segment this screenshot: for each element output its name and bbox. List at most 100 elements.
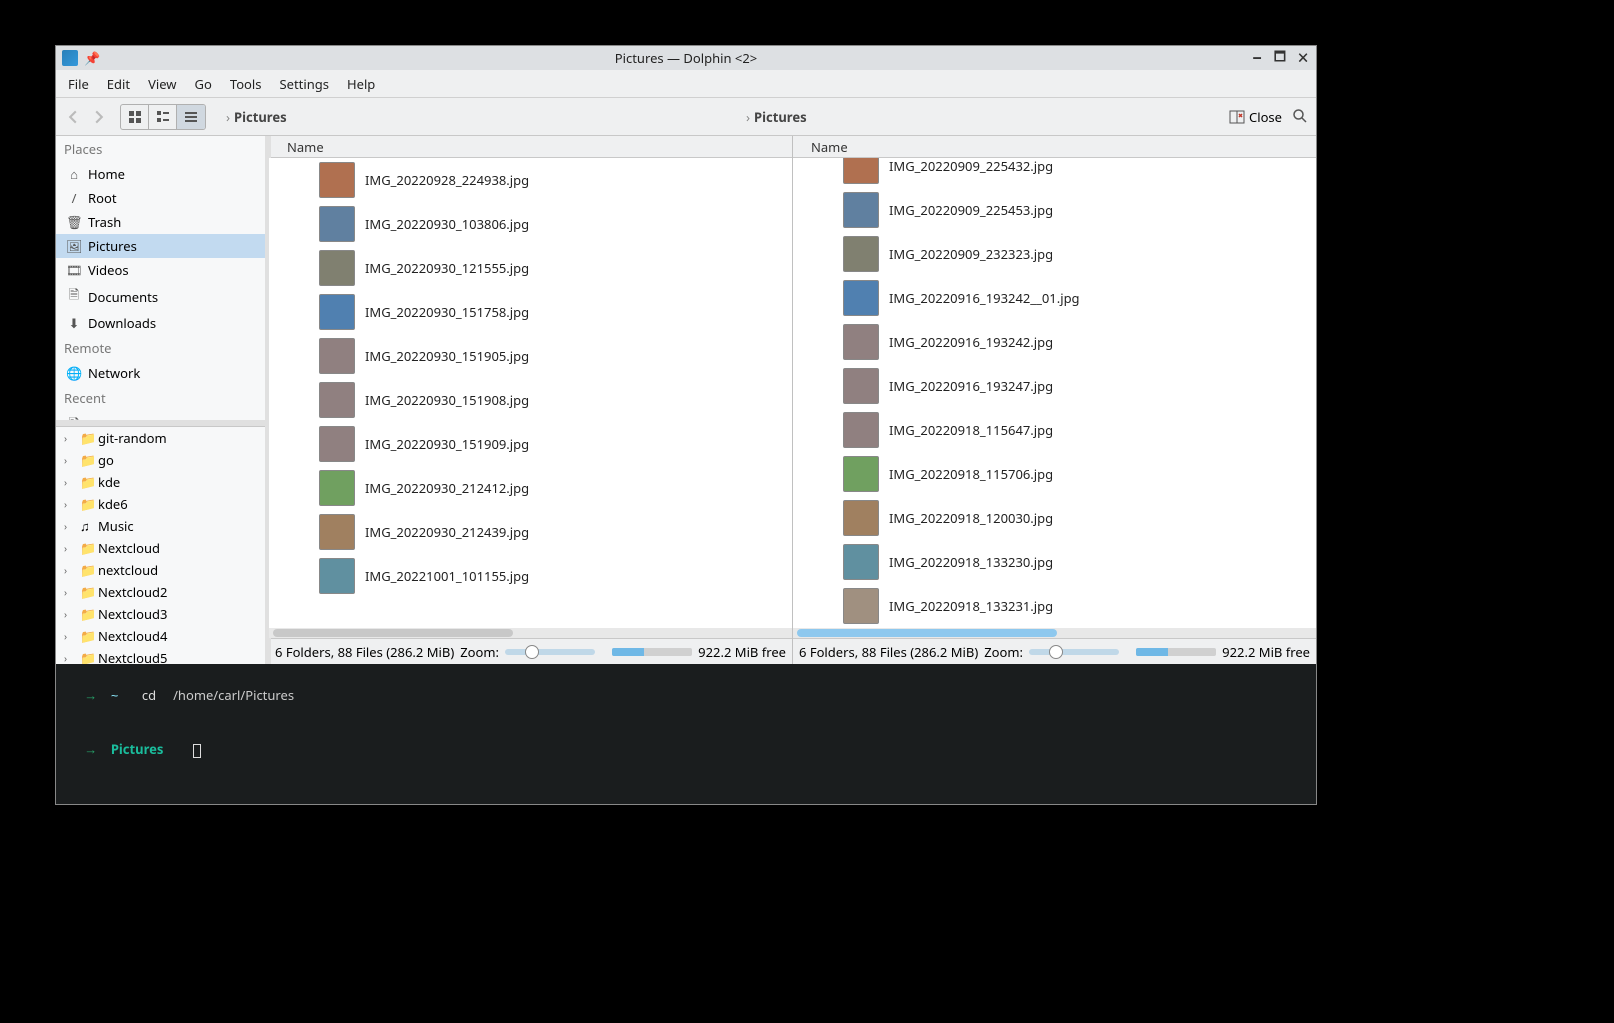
place-item-downloads[interactable]: ⬇Downloads bbox=[56, 311, 268, 335]
expand-icon[interactable]: › bbox=[64, 497, 76, 511]
maximize-button[interactable]: 🗖 bbox=[1272, 47, 1288, 70]
file-row[interactable]: IMG_20220918_120030.jpg bbox=[793, 496, 1316, 540]
minimize-button[interactable]: 🗕 bbox=[1251, 47, 1264, 70]
file-row[interactable]: IMG_20220918_115647.jpg bbox=[793, 408, 1316, 452]
app-icon bbox=[62, 50, 78, 66]
menu-edit[interactable]: Edit bbox=[99, 71, 138, 97]
tree-item-kde[interactable]: ›📁kde bbox=[56, 471, 268, 493]
breadcrumb-left[interactable]: › Pictures bbox=[220, 108, 740, 126]
column-header-name[interactable]: Name bbox=[793, 136, 1316, 158]
tree-item-nextcloud4[interactable]: ›📁Nextcloud4 bbox=[56, 625, 268, 647]
tree-item-nextcloud[interactable]: ›📁Nextcloud bbox=[56, 537, 268, 559]
file-row[interactable]: IMG_20220930_103806.jpg bbox=[269, 202, 792, 246]
right-file-list[interactable]: IMG_20220909_225432.jpgIMG_20220909_2254… bbox=[793, 158, 1316, 628]
place-item-videos[interactable]: 🎞Videos bbox=[56, 258, 268, 282]
forward-button[interactable] bbox=[88, 106, 110, 128]
zoom-slider[interactable] bbox=[505, 649, 595, 655]
expand-icon[interactable]: › bbox=[64, 607, 76, 621]
file-row[interactable]: IMG_20220930_212439.jpg bbox=[269, 510, 792, 554]
place-label: Trash bbox=[88, 213, 121, 231]
file-row[interactable]: IMG_20220918_133231.jpg bbox=[793, 584, 1316, 628]
menu-file[interactable]: File bbox=[60, 71, 97, 97]
place-item-root[interactable]: /Root bbox=[56, 186, 268, 210]
folder-icon: 📁 bbox=[80, 583, 94, 601]
left-hscrollbar[interactable] bbox=[269, 628, 792, 638]
file-row[interactable]: IMG_20221001_101155.jpg bbox=[269, 554, 792, 598]
tree-item-nextcloud5[interactable]: ›📁Nextcloud5 bbox=[56, 647, 268, 664]
menubar: File Edit View Go Tools Settings Help bbox=[56, 70, 1316, 98]
expand-icon[interactable]: › bbox=[64, 585, 76, 599]
tree-item-git-random[interactable]: ›📁git-random bbox=[56, 427, 268, 449]
folder-tree[interactable]: ›📁git-random›📁go›📁kde›📁kde6›♫Music›📁Next… bbox=[56, 426, 268, 664]
file-row[interactable]: IMG_20220930_151758.jpg bbox=[269, 290, 792, 334]
left-file-list[interactable]: IMG_20220928_224938.jpg IMG_20220930_1038… bbox=[269, 158, 792, 628]
place-label: Documents bbox=[88, 288, 158, 306]
expand-icon[interactable]: › bbox=[64, 519, 76, 533]
file-row[interactable]: IMG_20220909_225453.jpg bbox=[793, 188, 1316, 232]
titlebar[interactable]: 📌 Pictures — Dolphin <2> 🗕 🗖 🗙 bbox=[56, 46, 1316, 70]
place-item-home[interactable]: ⌂Home bbox=[56, 162, 268, 186]
file-name: IMG_20220916_193242.jpg bbox=[889, 333, 1053, 351]
close-button[interactable]: 🗙 bbox=[1296, 47, 1310, 70]
pin-icon[interactable]: 📌 bbox=[84, 49, 100, 67]
file-row[interactable]: IMG_20220909_232323.jpg bbox=[793, 232, 1316, 276]
breadcrumb-bar: › Pictures › Pictures bbox=[220, 108, 1225, 126]
expand-icon[interactable]: › bbox=[64, 651, 76, 664]
search-button[interactable] bbox=[1292, 108, 1310, 126]
file-row[interactable]: IMG_20220916_193242.jpg bbox=[793, 320, 1316, 364]
file-row[interactable]: IMG_20220909_225432.jpg bbox=[793, 158, 1316, 188]
menu-tools[interactable]: Tools bbox=[222, 71, 270, 97]
places-panel[interactable]: Places ⌂Home/Root🗑Trash🖼Pictures🎞Videos🗎… bbox=[56, 136, 268, 420]
back-button[interactable] bbox=[62, 106, 84, 128]
terminal-panel[interactable]: → ~ cd /home/carl/Pictures → Pictures bbox=[56, 664, 1316, 804]
expand-icon[interactable]: › bbox=[64, 475, 76, 489]
remote-item-network[interactable]: 🌐Network bbox=[56, 361, 268, 385]
file-row[interactable]: IMG_20220916_193242__01.jpg bbox=[793, 276, 1316, 320]
file-row[interactable]: IMG_20220928_224938.jpg bbox=[269, 158, 792, 202]
file-row[interactable]: IMG_20220930_151905.jpg bbox=[269, 334, 792, 378]
tree-item-nextcloud3[interactable]: ›📁Nextcloud3 bbox=[56, 603, 268, 625]
close-split-button[interactable]: Close bbox=[1229, 108, 1282, 126]
menu-settings[interactable]: Settings bbox=[272, 71, 337, 97]
file-name: IMG_20220918_115706.jpg bbox=[889, 465, 1053, 483]
expand-icon[interactable]: › bbox=[64, 453, 76, 467]
places-header: Places bbox=[56, 136, 268, 162]
tree-item-nextcloud[interactable]: ›📁nextcloud bbox=[56, 559, 268, 581]
expand-icon[interactable]: › bbox=[64, 431, 76, 445]
menu-go[interactable]: Go bbox=[187, 71, 220, 97]
tree-item-go[interactable]: ›📁go bbox=[56, 449, 268, 471]
file-row[interactable]: IMG_20220930_121555.jpg bbox=[269, 246, 792, 290]
place-label: Pictures bbox=[88, 237, 137, 255]
view-details-button[interactable] bbox=[177, 105, 205, 129]
place-item-trash[interactable]: 🗑Trash bbox=[56, 210, 268, 234]
file-row[interactable]: IMG_20220930_212412.jpg bbox=[269, 466, 792, 510]
file-row[interactable]: IMG_20220918_115706.jpg bbox=[793, 452, 1316, 496]
expand-icon[interactable]: › bbox=[64, 563, 76, 577]
expand-icon[interactable]: › bbox=[64, 629, 76, 643]
file-row[interactable]: IMG_20220916_193247.jpg bbox=[793, 364, 1316, 408]
menu-view[interactable]: View bbox=[140, 71, 184, 97]
zoom-label: Zoom: bbox=[460, 643, 499, 661]
place-item-documents[interactable]: 🗎Documents bbox=[56, 282, 268, 311]
prompt-arrow-icon: → bbox=[84, 686, 97, 704]
file-row[interactable]: IMG_20220930_151909.jpg bbox=[269, 422, 792, 466]
view-icons-button[interactable] bbox=[121, 105, 149, 129]
tree-item-music[interactable]: ›♫Music bbox=[56, 515, 268, 537]
file-row[interactable]: IMG_20220918_133230.jpg bbox=[793, 540, 1316, 584]
file-name: IMG_20220930_103806.jpg bbox=[365, 215, 529, 233]
right-hscrollbar[interactable] bbox=[793, 628, 1316, 638]
file-row[interactable]: IMG_20220930_151908.jpg bbox=[269, 378, 792, 422]
recent-item-recent-files[interactable]: 🗎Recent Files bbox=[56, 411, 268, 420]
view-compact-button[interactable] bbox=[149, 105, 177, 129]
tree-item-nextcloud2[interactable]: ›📁Nextcloud2 bbox=[56, 581, 268, 603]
place-label: Home bbox=[88, 165, 125, 183]
expand-icon[interactable]: › bbox=[64, 541, 76, 555]
file-name: IMG_20220930_212412.jpg bbox=[365, 479, 529, 497]
tree-item-kde6[interactable]: ›📁kde6 bbox=[56, 493, 268, 515]
breadcrumb-right[interactable]: › Pictures bbox=[740, 108, 813, 126]
place-item-pictures[interactable]: 🖼Pictures bbox=[56, 234, 268, 258]
menu-help[interactable]: Help bbox=[339, 71, 383, 97]
zoom-slider[interactable] bbox=[1029, 649, 1119, 655]
column-header-name[interactable]: Name bbox=[269, 136, 792, 158]
tree-label: Nextcloud5 bbox=[98, 649, 167, 664]
